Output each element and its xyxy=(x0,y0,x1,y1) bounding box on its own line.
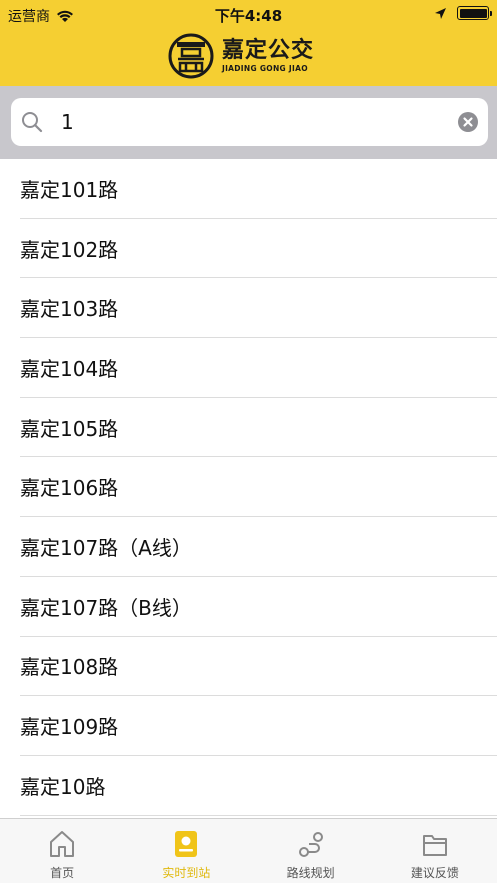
app-logo: 嘉定公交 JIADING GONG JIAO xyxy=(168,32,314,80)
route-results-list: 嘉定101路 嘉定102路 嘉定103路 嘉定104路 嘉定105路 嘉定106… xyxy=(0,159,497,816)
route-name: 嘉定105路 xyxy=(20,416,119,441)
location-arrow-icon xyxy=(435,7,446,19)
logo-english-name: JIADING GONG JIAO xyxy=(222,64,308,73)
seal-logo-icon xyxy=(168,33,214,79)
route-name: 嘉定104路 xyxy=(20,356,119,381)
route-item[interactable]: 嘉定105路 xyxy=(20,398,497,458)
route-item[interactable]: 嘉定107路（A线） xyxy=(20,517,497,577)
tab-bar: 首页 实时到站 路线规划 建议反馈 xyxy=(0,818,497,883)
tab-feedback-label: 建议反馈 xyxy=(410,866,459,880)
route-item[interactable]: 嘉定109路 xyxy=(20,696,497,756)
tab-realtime-arrival[interactable]: 实时到站 xyxy=(124,819,248,883)
clear-search-icon[interactable] xyxy=(458,112,478,132)
route-item[interactable]: 嘉定102路 xyxy=(20,219,497,279)
route-name: 嘉定109路 xyxy=(20,715,119,740)
home-icon xyxy=(50,831,75,857)
app-header: 运营商 下午4:48 嘉定公交 JIADING GONG JIAO xyxy=(0,0,497,86)
tab-feedback[interactable]: 建议反馈 xyxy=(373,819,497,883)
route-planning-icon xyxy=(298,832,323,857)
route-item[interactable]: 嘉定103路 xyxy=(20,278,497,339)
logo-chinese-name: 嘉定公交 xyxy=(222,38,315,63)
battery-level xyxy=(459,8,487,18)
tab-realtime-arrival-label: 实时到站 xyxy=(162,866,211,880)
search-input[interactable] xyxy=(61,105,451,139)
tab-route-planning[interactable]: 路线规划 xyxy=(249,819,373,883)
search-icon xyxy=(22,112,43,133)
battery-icon xyxy=(457,6,492,20)
tab-home[interactable]: 首页 xyxy=(0,819,124,883)
tab-home-label: 首页 xyxy=(50,866,75,880)
route-name: 嘉定101路 xyxy=(20,177,119,202)
logo-text: 嘉定公交 JIADING GONG JIAO xyxy=(222,38,315,74)
route-name: 嘉定107路（A线） xyxy=(20,535,192,560)
search-box[interactable] xyxy=(11,98,488,146)
status-bar: 运营商 下午4:48 xyxy=(0,0,497,28)
route-name: 嘉定103路 xyxy=(20,297,119,322)
route-name: 嘉定106路 xyxy=(20,476,119,501)
route-item[interactable]: 嘉定101路 xyxy=(20,159,497,219)
route-item[interactable]: 嘉定107路（B线） xyxy=(20,577,497,637)
status-right xyxy=(434,6,492,20)
realtime-arrival-icon xyxy=(175,831,198,857)
route-name: 嘉定107路（B线） xyxy=(20,595,192,620)
route-item[interactable]: 嘉定106路 xyxy=(20,457,497,518)
feedback-folder-icon xyxy=(422,835,447,856)
route-item[interactable]: 嘉定104路 xyxy=(20,338,497,398)
status-time: 下午4:48 xyxy=(214,7,283,25)
route-name: 嘉定10路 xyxy=(20,774,106,799)
tab-route-planning-label: 路线规划 xyxy=(286,866,335,880)
search-bar-container xyxy=(0,86,497,159)
route-name: 嘉定108路 xyxy=(20,655,119,680)
route-item[interactable]: 嘉定10路 xyxy=(20,756,497,816)
route-item[interactable]: 嘉定108路 xyxy=(20,637,497,697)
route-name: 嘉定102路 xyxy=(20,237,119,262)
